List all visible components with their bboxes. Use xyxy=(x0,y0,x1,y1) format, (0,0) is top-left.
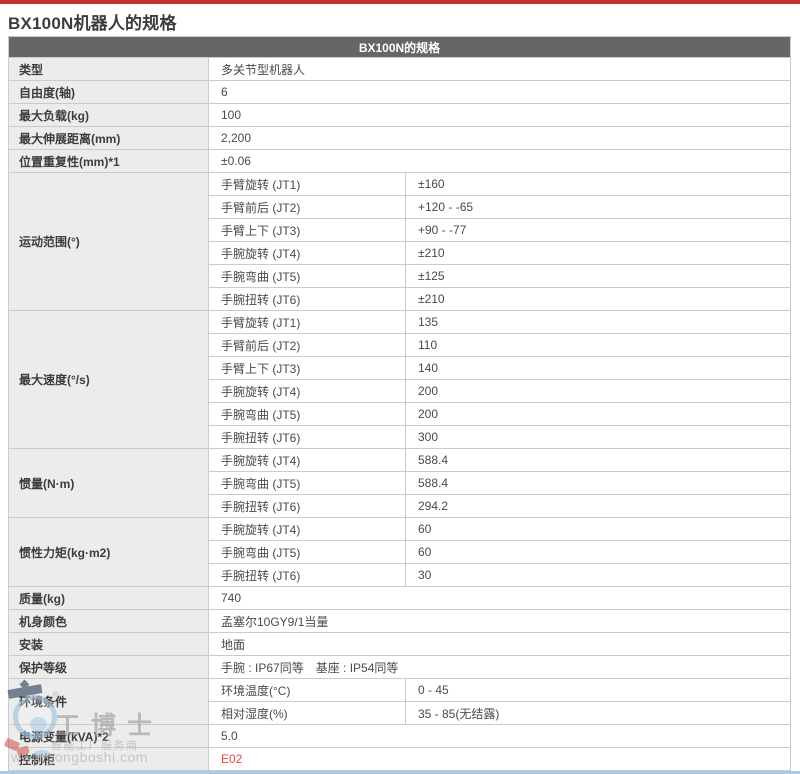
spec-table: BX100N的规格 类型多关节型机器人自由度(轴)6最大负载(kg)100最大伸… xyxy=(8,36,791,771)
sub-row-label: 手腕弯曲 (JT5) xyxy=(209,265,406,288)
sub-row-label: 手臂前后 (JT2) xyxy=(209,334,406,357)
cell-value: 110 xyxy=(406,334,791,357)
sub-row-label: 手臂前后 (JT2) xyxy=(209,196,406,219)
table-row: 位置重复性(mm)*1±0.06 xyxy=(9,150,791,173)
cell-value: 35 - 85(无结露) xyxy=(406,702,791,725)
cell-value: 0 - 45 xyxy=(406,679,791,702)
cell-value: 60 xyxy=(406,541,791,564)
row-label: 最大速度(°/s) xyxy=(9,311,209,449)
cell-value: +120 - -65 xyxy=(406,196,791,219)
spec-table-body: 类型多关节型机器人自由度(轴)6最大负载(kg)100最大伸展距离(mm)2,2… xyxy=(9,58,791,771)
sub-row-label: 手腕扭转 (JT6) xyxy=(209,495,406,518)
row-label: 安装 xyxy=(9,633,209,656)
sub-row-label: 手腕弯曲 (JT5) xyxy=(209,541,406,564)
cell-value: 135 xyxy=(406,311,791,334)
row-label: 电源变量(kVA)*2 xyxy=(9,725,209,748)
row-label: 保护等级 xyxy=(9,656,209,679)
controller-link[interactable]: E02 xyxy=(221,752,242,766)
table-row: 电源变量(kVA)*25.0 xyxy=(9,725,791,748)
table-row: 最大速度(°/s)手臂旋转 (JT1)135 xyxy=(9,311,791,334)
cell-value: ±160 xyxy=(406,173,791,196)
cell-value: 140 xyxy=(406,357,791,380)
cell-value: 手腕 : IP67同等 基座 : IP54同等 xyxy=(209,656,791,679)
sub-row-label: 手腕旋转 (JT4) xyxy=(209,518,406,541)
sub-row-label: 手腕旋转 (JT4) xyxy=(209,449,406,472)
sub-row-label: 手腕旋转 (JT4) xyxy=(209,380,406,403)
cell-value: 30 xyxy=(406,564,791,587)
row-label: 最大负载(kg) xyxy=(9,104,209,127)
cell-value: 300 xyxy=(406,426,791,449)
sub-row-label: 环境温度(°C) xyxy=(209,679,406,702)
cell-value: 588.4 xyxy=(406,472,791,495)
sub-row-label: 手腕弯曲 (JT5) xyxy=(209,403,406,426)
cell-value: ±0.06 xyxy=(209,150,791,173)
cell-value: E02 xyxy=(209,748,791,771)
table-row: 自由度(轴)6 xyxy=(9,81,791,104)
table-row: 质量(kg)740 xyxy=(9,587,791,610)
table-header-title: BX100N的规格 xyxy=(9,37,791,58)
table-header-row: BX100N的规格 xyxy=(9,37,791,58)
sub-row-label: 手臂上下 (JT3) xyxy=(209,219,406,242)
table-row: 最大伸展距离(mm)2,200 xyxy=(9,127,791,150)
cell-value: 200 xyxy=(406,403,791,426)
row-label: 类型 xyxy=(9,58,209,81)
cell-value: 多关节型机器人 xyxy=(209,58,791,81)
row-label: 位置重复性(mm)*1 xyxy=(9,150,209,173)
row-label: 最大伸展距离(mm) xyxy=(9,127,209,150)
cell-value: 588.4 xyxy=(406,449,791,472)
cell-value: ±210 xyxy=(406,242,791,265)
sub-row-label: 手腕弯曲 (JT5) xyxy=(209,472,406,495)
table-row: 惯量(N·m)手腕旋转 (JT4)588.4 xyxy=(9,449,791,472)
cell-value: 地面 xyxy=(209,633,791,656)
row-label: 自由度(轴) xyxy=(9,81,209,104)
table-row: 机身颜色孟塞尔10GY9/1当量 xyxy=(9,610,791,633)
sub-row-label: 手臂上下 (JT3) xyxy=(209,357,406,380)
top-accent-bar xyxy=(0,0,800,4)
cell-value: 740 xyxy=(209,587,791,610)
sub-row-label: 手腕扭转 (JT6) xyxy=(209,564,406,587)
cell-value: 200 xyxy=(406,380,791,403)
cell-value: 100 xyxy=(209,104,791,127)
sub-row-label: 手腕扭转 (JT6) xyxy=(209,288,406,311)
row-label: 机身颜色 xyxy=(9,610,209,633)
row-label: 控制柜 xyxy=(9,748,209,771)
sub-row-label: 相对湿度(%) xyxy=(209,702,406,725)
cell-value: 2,200 xyxy=(209,127,791,150)
row-label: 惯性力矩(kg·m2) xyxy=(9,518,209,587)
row-label: 质量(kg) xyxy=(9,587,209,610)
row-label: 惯量(N·m) xyxy=(9,449,209,518)
table-row: 惯性力矩(kg·m2)手腕旋转 (JT4)60 xyxy=(9,518,791,541)
sub-row-label: 手臂旋转 (JT1) xyxy=(209,173,406,196)
cell-value: ±125 xyxy=(406,265,791,288)
cell-value: +90 - -77 xyxy=(406,219,791,242)
cell-value: 孟塞尔10GY9/1当量 xyxy=(209,610,791,633)
sub-row-label: 手臂旋转 (JT1) xyxy=(209,311,406,334)
table-row: 类型多关节型机器人 xyxy=(9,58,791,81)
table-row: 最大负载(kg)100 xyxy=(9,104,791,127)
table-row: 保护等级手腕 : IP67同等 基座 : IP54同等 xyxy=(9,656,791,679)
sub-row-label: 手腕旋转 (JT4) xyxy=(209,242,406,265)
cell-value: 5.0 xyxy=(209,725,791,748)
cell-value: 294.2 xyxy=(406,495,791,518)
row-label: 运动范围(°) xyxy=(9,173,209,311)
sub-row-label: 手腕扭转 (JT6) xyxy=(209,426,406,449)
table-row: 运动范围(°)手臂旋转 (JT1)±160 xyxy=(9,173,791,196)
table-row: 安装地面 xyxy=(9,633,791,656)
row-label: 环境条件 xyxy=(9,679,209,725)
table-row: 环境条件环境温度(°C)0 - 45 xyxy=(9,679,791,702)
cell-value: ±210 xyxy=(406,288,791,311)
page-title: BX100N机器人的规格 xyxy=(8,9,177,34)
cell-value: 60 xyxy=(406,518,791,541)
table-row: 控制柜 E02 xyxy=(9,748,791,771)
cell-value: 6 xyxy=(209,81,791,104)
